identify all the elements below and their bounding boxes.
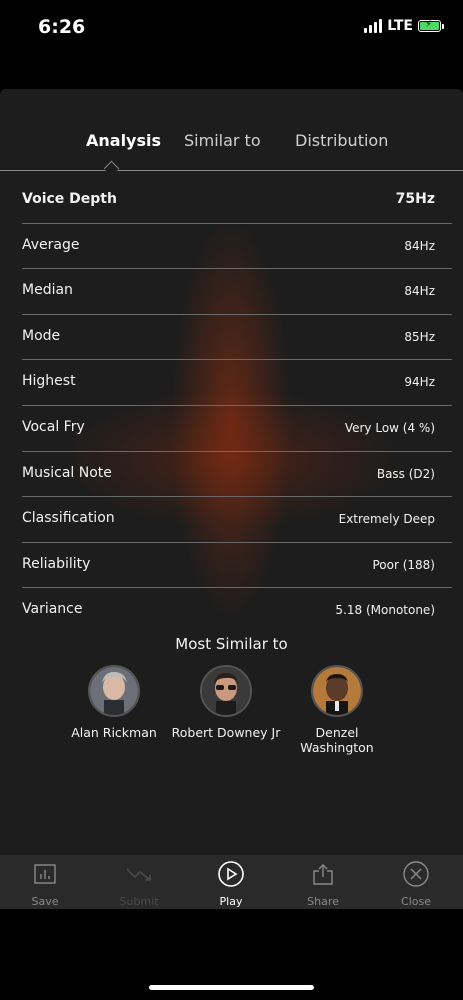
metric-row-vocal-fry: Vocal Fry Very Low (4 %) <box>22 406 452 452</box>
metric-value: 84Hz <box>404 238 435 253</box>
save-button[interactable]: Save <box>10 861 80 908</box>
toolbar-label: Share <box>307 895 339 908</box>
metrics-list: Voice Depth 75Hz Average 84Hz Median 84H… <box>0 178 463 633</box>
play-button[interactable]: Play <box>196 861 266 908</box>
metric-label: Vocal Fry <box>22 418 85 435</box>
submit-button[interactable]: Submit <box>104 861 174 908</box>
person-name: Robert Downey Jr <box>171 725 281 740</box>
tab-distribution[interactable]: Distribution <box>295 131 388 150</box>
metric-value: Very Low (4 %) <box>344 420 435 435</box>
metric-row-highest: Highest 94Hz <box>22 360 452 406</box>
metric-label: Mode <box>22 327 61 344</box>
metric-label: Median <box>22 282 73 299</box>
avatar <box>88 665 140 717</box>
share-button[interactable]: Share <box>288 861 358 908</box>
metric-value: 5.18 (Monotone) <box>335 603 435 618</box>
toolbar-label: Submit <box>119 895 159 908</box>
tab-similar-to[interactable]: Similar to <box>184 131 261 150</box>
chart-icon <box>10 861 80 887</box>
home-indicator[interactable] <box>149 985 314 990</box>
metric-label: Classification <box>22 510 115 527</box>
similar-person-denzel-washington[interactable]: Denzel Washington <box>277 665 397 755</box>
metric-row-reliability: Reliability Poor (188) <box>22 543 452 589</box>
metric-value: Extremely Deep <box>338 512 435 527</box>
network-type: LTE <box>387 18 413 34</box>
similar-person-robert-downey-jr[interactable]: Robert Downey Jr <box>166 665 286 740</box>
metric-label: Average <box>22 236 80 253</box>
metric-label: Reliability <box>22 555 91 572</box>
battery-icon: ⚡ <box>418 19 444 32</box>
metric-label: Voice Depth <box>22 191 117 207</box>
analysis-panel: Analysis Similar to Distribution Voice D… <box>0 89 463 909</box>
toolbar-label: Play <box>219 895 243 908</box>
metric-value: 75Hz <box>395 191 435 207</box>
signal-icon <box>364 19 383 33</box>
share-icon <box>288 861 358 887</box>
bottom-toolbar: Save Submit Play Share Close <box>0 855 463 909</box>
metric-row-median: Median 84Hz <box>22 269 452 315</box>
metric-value: 84Hz <box>404 284 435 299</box>
metric-label: Musical Note <box>22 464 112 481</box>
close-button[interactable]: Close <box>381 861 451 908</box>
metric-value: 85Hz <box>404 329 435 344</box>
avatar <box>311 665 363 717</box>
person-name: Alan Rickman <box>71 725 157 740</box>
metric-row-classification: Classification Extremely Deep <box>22 497 452 543</box>
status-time: 6:26 <box>38 16 86 38</box>
trend-down-icon <box>104 861 174 887</box>
status-bar: 6:26 LTE ⚡ <box>0 0 463 56</box>
active-tab-indicator <box>103 160 120 177</box>
avatar <box>200 665 252 717</box>
most-similar-title: Most Similar to <box>175 635 288 653</box>
play-circle-icon <box>196 861 266 887</box>
tab-divider <box>0 170 463 171</box>
metric-value: Poor (188) <box>372 557 435 572</box>
metric-row-average: Average 84Hz <box>22 224 452 270</box>
metric-row-mode: Mode 85Hz <box>22 315 452 361</box>
status-indicators: LTE ⚡ <box>364 18 444 34</box>
similar-person-alan-rickman[interactable]: Alan Rickman <box>54 665 174 740</box>
metric-row-musical-note: Musical Note Bass (D2) <box>22 452 452 498</box>
toolbar-label: Save <box>31 895 59 908</box>
tab-bar: Analysis Similar to Distribution <box>0 89 463 177</box>
person-name: Denzel Washington <box>300 725 374 755</box>
metric-label: Variance <box>22 601 83 618</box>
tab-analysis[interactable]: Analysis <box>86 131 161 150</box>
metric-value: 94Hz <box>404 375 435 390</box>
metric-label: Highest <box>22 373 76 390</box>
metric-value: Bass (D2) <box>376 466 435 481</box>
toolbar-label: Close <box>401 895 431 908</box>
metric-row-voice-depth: Voice Depth 75Hz <box>22 178 452 224</box>
close-circle-icon <box>381 861 451 887</box>
metric-row-variance: Variance 5.18 (Monotone) <box>22 588 452 633</box>
